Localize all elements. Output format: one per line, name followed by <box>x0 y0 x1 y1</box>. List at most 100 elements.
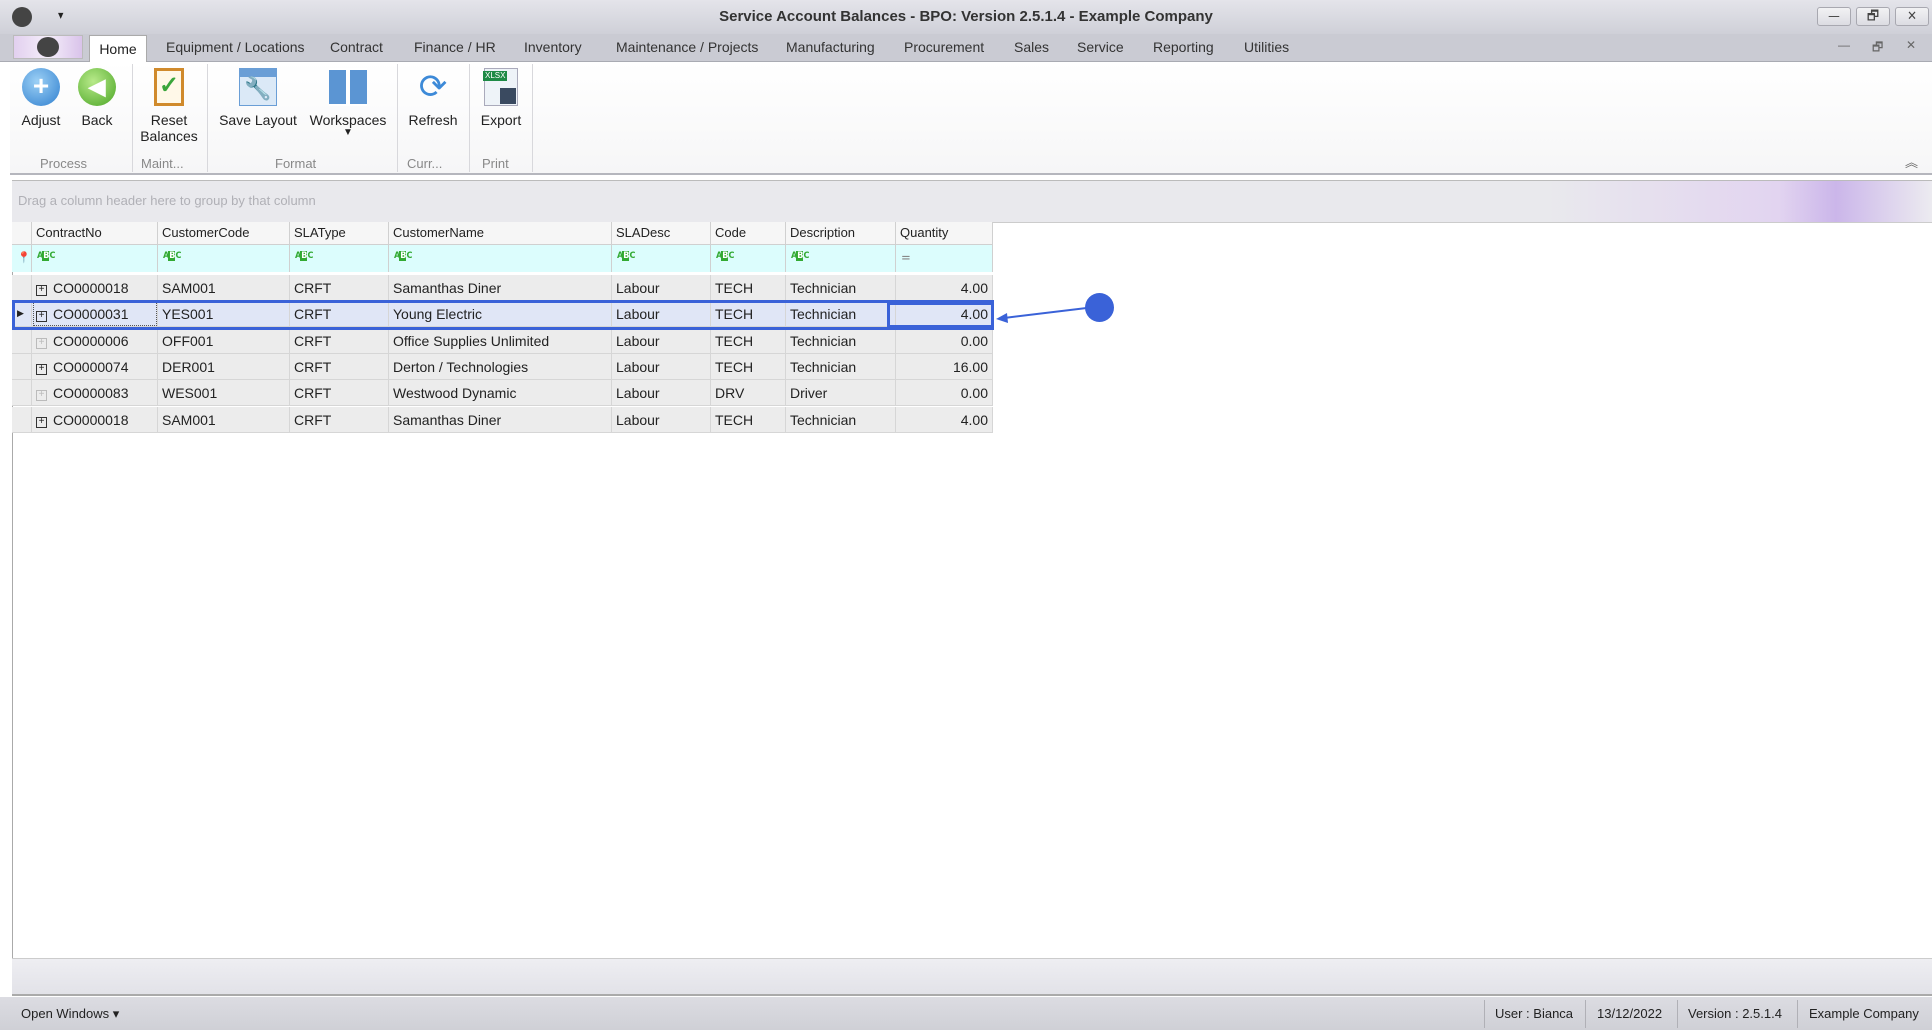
expand-row-icon[interactable]: + <box>36 337 47 349</box>
cell-customercode[interactable]: WES001 <box>158 380 290 407</box>
row-indicator[interactable] <box>12 406 32 433</box>
cell-sladesc[interactable]: Labour <box>612 275 711 301</box>
cell-customercode[interactable]: DER001 <box>158 353 290 380</box>
table-row[interactable]: + CO0000083 WES001 CRFT Westwood Dynamic Labo… <box>12 380 993 407</box>
cell-sladesc[interactable]: Labour <box>612 353 711 380</box>
cell-contractno[interactable]: + CO0000018 <box>32 406 158 433</box>
cell-sladesc[interactable]: Labour <box>612 406 711 433</box>
cell-slatype[interactable]: CRFT <box>290 406 389 433</box>
cell-contractno[interactable]: + CO0000018 <box>32 275 158 301</box>
cell-customername[interactable]: Office Supplies Unlimited <box>389 327 612 354</box>
tab-utilities[interactable]: Utilities <box>1244 39 1289 55</box>
close-button[interactable]: ✕ <box>1895 7 1929 26</box>
column-header-customercode[interactable]: CustomerCode <box>158 222 290 245</box>
cell-sladesc[interactable]: Labour <box>612 380 711 407</box>
expand-row-icon[interactable]: + <box>36 363 47 375</box>
column-header-contractno[interactable]: ContractNo <box>32 222 158 245</box>
minimize-button[interactable]: — <box>1817 7 1851 26</box>
reset-balances-button[interactable]: ✓ Reset Balances <box>140 68 198 144</box>
filter-cell-customername[interactable]: ABC <box>389 245 612 272</box>
column-header-quantity[interactable]: Quantity <box>896 222 993 245</box>
tab-equipment-locations[interactable]: Equipment / Locations <box>166 39 305 55</box>
row-indicator[interactable] <box>12 275 32 301</box>
cell-description[interactable]: Technician <box>786 275 896 301</box>
cell-slatype[interactable]: CRFT <box>290 327 389 354</box>
filter-cell-quantity[interactable]: = <box>896 245 993 272</box>
cell-contractno[interactable]: + CO0000006 <box>32 327 158 354</box>
cell-slatype[interactable]: CRFT <box>290 275 389 301</box>
tab-contract[interactable]: Contract <box>330 39 383 55</box>
cell-contractno[interactable]: + CO0000083 <box>32 380 158 407</box>
expand-row-icon[interactable]: + <box>36 390 47 402</box>
cell-customername[interactable]: Westwood Dynamic <box>389 380 612 407</box>
cell-customercode[interactable]: OFF001 <box>158 327 290 354</box>
cell-contractno[interactable]: + CO0000074 <box>32 353 158 380</box>
filter-cell-slatype[interactable]: ABC <box>290 245 389 272</box>
export-button[interactable]: XLSX Export <box>475 68 527 128</box>
cell-quantity[interactable]: 16.00 <box>896 353 993 380</box>
cell-sladesc[interactable]: Labour <box>612 327 711 354</box>
tab-manufacturing[interactable]: Manufacturing <box>786 39 875 55</box>
column-header-sladesc[interactable]: SLADesc <box>612 222 711 245</box>
column-header-customername[interactable]: CustomerName <box>389 222 612 245</box>
cell-code[interactable]: TECH <box>711 406 786 433</box>
mdi-restore-button[interactable]: 🗗 <box>1872 38 1883 59</box>
column-header-slatype[interactable]: SLAType <box>290 222 389 245</box>
application-menu-button[interactable] <box>13 35 83 59</box>
table-row[interactable]: + CO0000006 OFF001 CRFT Office Supplies Unli… <box>12 327 993 354</box>
adjust-button[interactable]: + Adjust <box>18 68 64 128</box>
cell-description[interactable]: Driver <box>786 380 896 407</box>
cell-code[interactable]: DRV <box>711 380 786 407</box>
save-layout-button[interactable]: 🔧 Save Layout <box>218 68 298 128</box>
workspaces-button[interactable]: Workspaces ▼ <box>308 68 388 138</box>
cell-value: Technician <box>790 280 857 296</box>
cell-slatype[interactable]: CRFT <box>290 380 389 407</box>
table-row[interactable]: + CO0000074 DER001 CRFT Derton / Technologie… <box>12 353 993 380</box>
filter-cell-description[interactable]: ABC <box>786 245 896 272</box>
cell-description[interactable]: Technician <box>786 406 896 433</box>
tab-finance-hr[interactable]: Finance / HR <box>414 39 496 55</box>
restore-button[interactable]: 🗗 <box>1856 7 1890 26</box>
cell-quantity[interactable]: 0.00 <box>896 380 993 407</box>
tab-home[interactable]: Home <box>89 35 147 63</box>
cell-code[interactable]: TECH <box>711 327 786 354</box>
cell-code[interactable]: TECH <box>711 353 786 380</box>
mdi-close-button[interactable]: ✕ <box>1906 38 1916 52</box>
cell-customername[interactable]: Derton / Technologies <box>389 353 612 380</box>
filter-cell-customercode[interactable]: ABC <box>158 245 290 272</box>
tab-maintenance-projects[interactable]: Maintenance / Projects <box>616 39 758 55</box>
expand-row-icon[interactable]: + <box>36 285 47 296</box>
refresh-button[interactable]: ⟳ Refresh <box>405 68 461 128</box>
cell-code[interactable]: TECH <box>711 275 786 301</box>
cell-quantity[interactable]: 4.00 <box>896 406 993 433</box>
cell-customercode[interactable]: SAM001 <box>158 406 290 433</box>
cell-description[interactable]: Technician <box>786 353 896 380</box>
filter-cell-sladesc[interactable]: ABC <box>612 245 711 272</box>
open-windows-menu[interactable]: Open Windows ▾ <box>21 1006 119 1022</box>
tab-inventory[interactable]: Inventory <box>524 39 582 55</box>
cell-quantity[interactable]: 4.00 <box>896 275 993 301</box>
back-button[interactable]: ◀ Back <box>76 68 118 128</box>
row-indicator[interactable] <box>12 353 32 380</box>
tab-reporting[interactable]: Reporting <box>1153 39 1214 55</box>
row-indicator[interactable] <box>12 327 32 354</box>
column-header-code[interactable]: Code <box>711 222 786 245</box>
cell-customername[interactable]: Samanthas Diner <box>389 275 612 301</box>
table-row[interactable]: + CO0000018 SAM001 CRFT Samanthas Diner Labou… <box>12 406 993 433</box>
filter-cell-contractno[interactable]: ABC <box>32 245 158 272</box>
filter-cell-code[interactable]: ABC <box>711 245 786 272</box>
expand-row-icon[interactable]: + <box>36 416 47 428</box>
table-row[interactable]: + CO0000018 SAM001 CRFT Samanthas Diner Labou… <box>12 275 993 301</box>
tab-procurement[interactable]: Procurement <box>904 39 984 55</box>
row-indicator[interactable] <box>12 380 32 407</box>
tab-service[interactable]: Service <box>1077 39 1124 55</box>
cell-quantity[interactable]: 0.00 <box>896 327 993 354</box>
cell-customername[interactable]: Samanthas Diner <box>389 406 612 433</box>
cell-slatype[interactable]: CRFT <box>290 353 389 380</box>
tab-sales[interactable]: Sales <box>1014 39 1049 55</box>
column-header-description[interactable]: Description <box>786 222 896 245</box>
collapse-ribbon-icon[interactable]: ︽ <box>1905 152 1918 171</box>
cell-customercode[interactable]: SAM001 <box>158 275 290 301</box>
cell-description[interactable]: Technician <box>786 327 896 354</box>
mdi-minimize-button[interactable]: — <box>1838 38 1850 52</box>
